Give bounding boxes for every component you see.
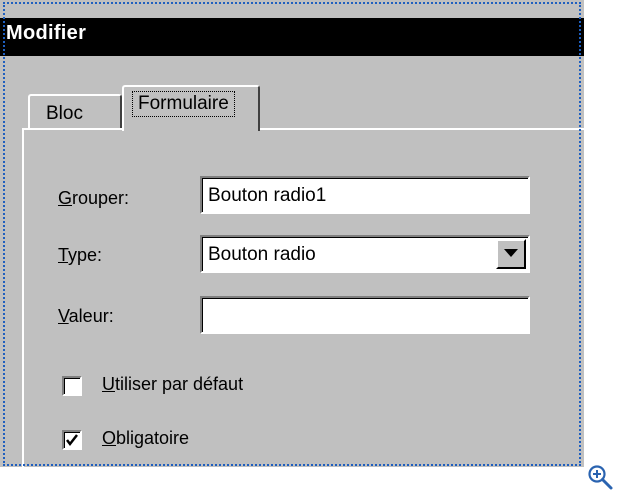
- type-label: Type:: [58, 245, 102, 266]
- dialog-title: Modifier: [6, 22, 87, 44]
- tab-bloc[interactable]: Bloc: [28, 94, 122, 129]
- required-mnemonic: O: [102, 428, 117, 448]
- type-select[interactable]: Bouton radio: [200, 235, 530, 273]
- type-label-text: ype:: [68, 245, 103, 265]
- type-select-value: Bouton radio: [208, 244, 316, 265]
- required-text: bligatoire: [116, 428, 190, 448]
- zoom-in-icon[interactable]: [586, 463, 614, 491]
- group-label-mnemonic: G: [58, 188, 73, 208]
- type-label-mnemonic: T: [58, 245, 69, 265]
- default-mnemonic: U: [102, 374, 115, 394]
- default-checkbox-label[interactable]: Utiliser par défaut: [102, 374, 243, 395]
- value-label-mnemonic: V: [58, 306, 69, 326]
- title-bar: Modifier: [0, 18, 584, 56]
- default-checkbox[interactable]: [62, 376, 82, 396]
- value-label: Valeur:: [58, 306, 114, 327]
- group-field[interactable]: Bouton radio1: [200, 176, 530, 214]
- value-label-text: aleur:: [68, 306, 114, 326]
- required-checkbox[interactable]: [62, 430, 82, 450]
- dropdown-button[interactable]: [496, 239, 526, 269]
- group-label-text: rouper:: [72, 188, 130, 208]
- tab-bloc-label: Bloc: [46, 103, 83, 124]
- dialog-window: Modifier Bloc Formulaire Grouper: Bouton…: [0, 0, 584, 467]
- required-checkbox-label[interactable]: Obligatoire: [102, 428, 189, 449]
- group-label: Grouper:: [58, 188, 129, 209]
- chevron-down-icon: [504, 249, 518, 257]
- tab-formulaire-label: Formulaire: [132, 91, 235, 117]
- default-text: tiliser par défaut: [115, 374, 244, 394]
- checkmark-icon: [66, 434, 78, 447]
- tab-formulaire[interactable]: Formulaire: [122, 85, 260, 131]
- value-field[interactable]: [200, 296, 530, 334]
- group-field-value: Bouton radio1: [208, 185, 327, 206]
